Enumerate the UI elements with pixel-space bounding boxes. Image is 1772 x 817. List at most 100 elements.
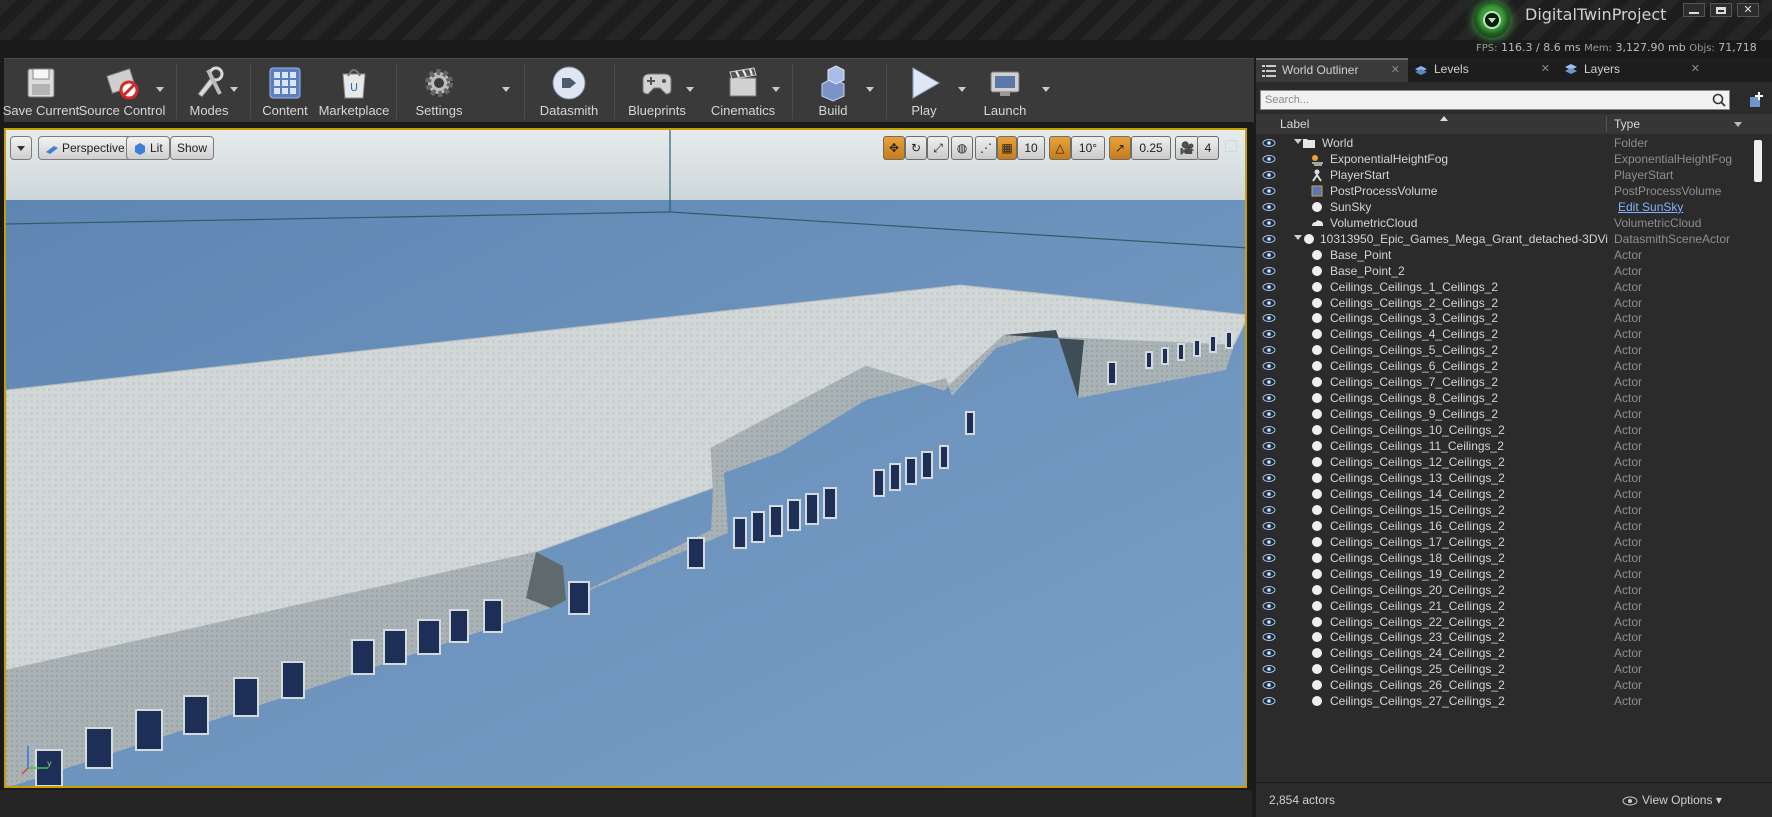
visibility-eye-icon[interactable] xyxy=(1262,601,1276,611)
visibility-eye-icon[interactable] xyxy=(1262,632,1276,642)
visibility-eye-icon[interactable] xyxy=(1262,154,1276,164)
close-tab-icon[interactable]: ✕ xyxy=(1541,58,1550,81)
scale-tool-icon[interactable]: ⤢ xyxy=(927,136,949,160)
marketplace-button[interactable]: U Marketplace xyxy=(319,59,389,121)
level-viewport[interactable]: Perspective Lit Show ✥ ↻ ⤢ ◍ ⋰ ▦ 10 △ 10… xyxy=(4,128,1247,788)
column-label-header[interactable]: Label xyxy=(1280,114,1309,134)
visibility-eye-icon[interactable] xyxy=(1262,377,1276,387)
minimize-button[interactable] xyxy=(1683,3,1705,17)
visibility-eye-icon[interactable] xyxy=(1262,441,1276,451)
blueprints-dropdown[interactable] xyxy=(684,59,696,121)
visibility-eye-icon[interactable] xyxy=(1262,505,1276,515)
visibility-eye-icon[interactable] xyxy=(1262,250,1276,260)
visibility-eye-icon[interactable] xyxy=(1262,298,1276,308)
visibility-eye-icon[interactable] xyxy=(1262,680,1276,690)
close-tab-icon[interactable]: ✕ xyxy=(1691,58,1700,81)
outliner-scrollbar[interactable] xyxy=(1750,138,1764,778)
view-options-button[interactable]: View Options ▾ xyxy=(1622,793,1722,807)
lit-button[interactable]: Lit xyxy=(126,136,170,160)
content-button[interactable]: Content xyxy=(260,59,310,121)
rotation-snap-value[interactable]: 10° xyxy=(1071,136,1105,160)
source-control-button[interactable]: Source Control xyxy=(79,59,165,121)
visibility-eye-icon[interactable] xyxy=(1262,282,1276,292)
build-dropdown[interactable] xyxy=(864,59,876,121)
expand-arrow-icon[interactable] xyxy=(1294,234,1302,240)
column-type-header[interactable]: Type xyxy=(1614,114,1640,134)
surface-snap-icon[interactable]: ⋰ xyxy=(975,136,997,160)
visibility-eye-icon[interactable] xyxy=(1262,313,1276,323)
camera-speed-value[interactable]: 4 xyxy=(1197,136,1219,160)
visibility-eye-icon[interactable] xyxy=(1262,345,1276,355)
rotation-snap-icon[interactable]: △ xyxy=(1049,136,1071,160)
maximize-button[interactable] xyxy=(1710,3,1732,17)
eye-icon xyxy=(1622,796,1638,806)
close-tab-icon[interactable]: ✕ xyxy=(1391,60,1400,80)
column-divider[interactable] xyxy=(1606,116,1607,132)
visibility-eye-icon[interactable] xyxy=(1262,218,1276,228)
visibility-eye-icon[interactable] xyxy=(1262,266,1276,276)
close-button[interactable]: ✕ xyxy=(1737,3,1759,17)
sort-ascending-icon[interactable] xyxy=(1440,116,1448,121)
visibility-eye-icon[interactable] xyxy=(1262,170,1276,180)
visibility-eye-icon[interactable] xyxy=(1262,664,1276,674)
launch-button[interactable]: Launch xyxy=(976,59,1034,121)
visibility-eye-icon[interactable] xyxy=(1262,553,1276,563)
grid-snap-value[interactable]: 10 xyxy=(1017,136,1045,160)
grid-snap-icon[interactable]: ▦ xyxy=(997,136,1017,160)
visibility-eye-icon[interactable] xyxy=(1262,409,1276,419)
maximize-viewport-icon[interactable] xyxy=(1225,140,1237,152)
play-button[interactable]: Play xyxy=(898,59,950,121)
blueprints-button[interactable]: Blueprints xyxy=(624,59,690,121)
cinematics-dropdown[interactable] xyxy=(770,59,782,121)
translate-tool-icon[interactable]: ✥ xyxy=(883,136,905,160)
visibility-eye-icon[interactable] xyxy=(1262,457,1276,467)
visibility-eye-icon[interactable] xyxy=(1262,696,1276,706)
tab-world-outliner[interactable]: World Outliner ✕ xyxy=(1256,58,1408,82)
play-label: Play xyxy=(911,103,937,118)
visibility-eye-icon[interactable] xyxy=(1262,617,1276,627)
visibility-eye-icon[interactable] xyxy=(1262,138,1276,148)
column-options-icon[interactable] xyxy=(1734,122,1742,127)
cinematics-button[interactable]: Cinematics xyxy=(708,59,778,121)
expand-arrow-icon[interactable] xyxy=(1294,139,1302,144)
settings-button[interactable]: Settings xyxy=(408,59,470,121)
scene-render[interactable] xyxy=(6,130,1247,788)
visibility-eye-icon[interactable] xyxy=(1262,521,1276,531)
visibility-eye-icon[interactable] xyxy=(1262,569,1276,579)
visibility-eye-icon[interactable] xyxy=(1262,585,1276,595)
scale-snap-value[interactable]: 0.25 xyxy=(1131,136,1171,160)
visibility-eye-icon[interactable] xyxy=(1262,234,1276,244)
scrollbar-thumb[interactable] xyxy=(1754,140,1762,182)
world-local-icon[interactable]: ◍ xyxy=(951,136,973,160)
save-current-button[interactable]: Save Current xyxy=(3,59,79,121)
outliner-row[interactable]: Ceilings_Ceilings_27_Ceilings_2 Actor xyxy=(1256,692,1756,710)
outliner-search-input[interactable] xyxy=(1260,90,1730,110)
build-button[interactable]: Build xyxy=(804,59,862,121)
visibility-eye-icon[interactable] xyxy=(1262,202,1276,212)
visibility-eye-icon[interactable] xyxy=(1262,537,1276,547)
tab-layers[interactable]: Layers ✕ xyxy=(1558,58,1708,82)
show-button[interactable]: Show xyxy=(170,136,215,160)
modes-dropdown[interactable] xyxy=(228,59,240,121)
perspective-button[interactable]: Perspective xyxy=(38,136,132,160)
search-icon[interactable] xyxy=(1712,93,1726,107)
visibility-eye-icon[interactable] xyxy=(1262,361,1276,371)
visibility-eye-icon[interactable] xyxy=(1262,393,1276,403)
visibility-eye-icon[interactable] xyxy=(1262,473,1276,483)
viewport-options-button[interactable] xyxy=(10,136,32,160)
source-control-dropdown[interactable] xyxy=(154,59,166,121)
visibility-eye-icon[interactable] xyxy=(1262,489,1276,499)
tab-levels[interactable]: Levels ✕ xyxy=(1408,58,1558,82)
camera-speed-icon[interactable]: 🎥 xyxy=(1175,136,1199,160)
settings-dropdown[interactable] xyxy=(500,59,512,121)
datasmith-button[interactable]: Datasmith xyxy=(536,59,602,121)
visibility-eye-icon[interactable] xyxy=(1262,329,1276,339)
modes-button[interactable]: Modes xyxy=(184,59,234,121)
launch-dropdown[interactable] xyxy=(1040,59,1052,121)
visibility-eye-icon[interactable] xyxy=(1262,425,1276,435)
add-actor-icon[interactable] xyxy=(1748,91,1766,109)
rotate-tool-icon[interactable]: ↻ xyxy=(905,136,927,160)
visibility-eye-icon[interactable] xyxy=(1262,648,1276,658)
visibility-eye-icon[interactable] xyxy=(1262,186,1276,196)
scale-snap-icon[interactable]: ↗ xyxy=(1109,136,1131,160)
